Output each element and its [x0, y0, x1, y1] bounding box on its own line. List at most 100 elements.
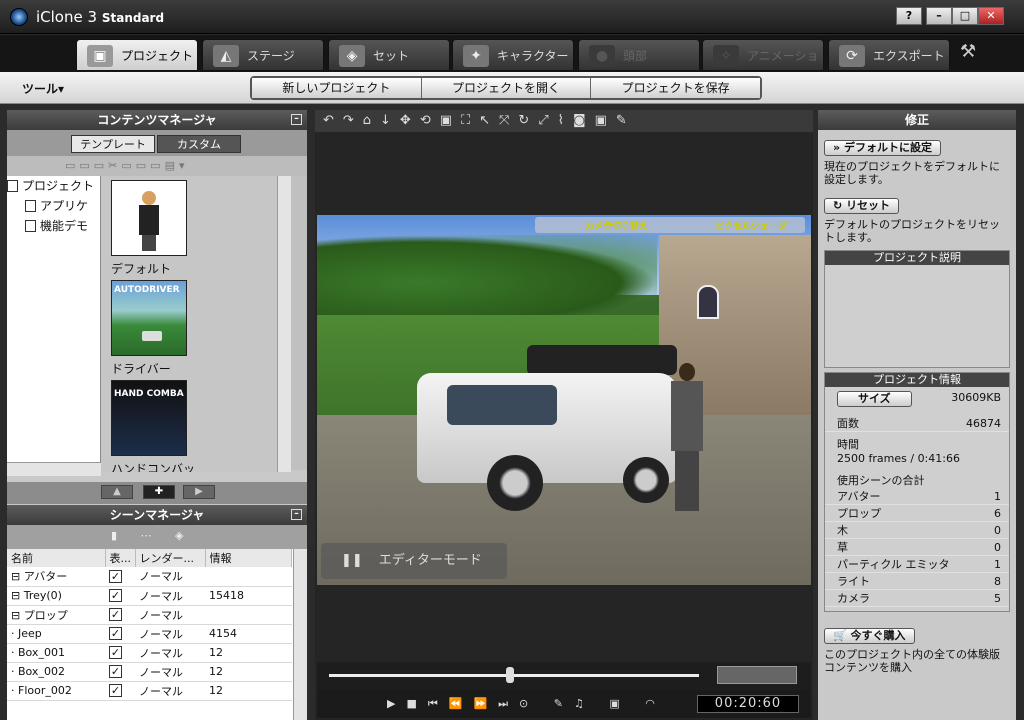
main-tabs: ▣プロジェクト ◭ステージ ◈セット ✦キャラクター ●頭部 ✧アニメーション … [0, 35, 1024, 95]
row-name: ⊟ Trey(0) [7, 586, 105, 606]
table-row[interactable]: · Box_001 ✓ ノーマル 12 [7, 643, 292, 663]
tab-character[interactable]: ✦ キャラクター [452, 39, 574, 71]
viewport-tool-icons[interactable]: ↶↷⌂↓✥⟲▣⛶↖⤧↻⤢⌇◙▣✎ [323, 113, 636, 128]
visible-checkbox[interactable]: ✓ [109, 646, 122, 659]
project-icon: ▣ [87, 45, 113, 67]
table-row[interactable]: · Jeep ✓ ノーマル 4154 [7, 624, 292, 644]
export-icon: ⟳ [839, 45, 865, 67]
row-visible[interactable]: ✓ [105, 681, 135, 701]
animation-icon: ✧ [713, 45, 739, 67]
col-name[interactable]: 名前 [7, 549, 106, 567]
row-visible[interactable]: ✓ [105, 643, 135, 663]
tab-set[interactable]: ◈ セット [328, 39, 450, 71]
total-label: 木 [837, 524, 848, 537]
tree-item-app[interactable]: アプリケ [7, 196, 100, 216]
row-visible[interactable]: ✓ [105, 586, 135, 606]
total-label: プロップ [837, 507, 881, 520]
faces-value: 46874 [966, 417, 1001, 430]
minimize-button[interactable]: – [926, 7, 952, 25]
total-value: 1 [994, 490, 1001, 503]
pixel-shader-dropdown[interactable]: ピクセルシェーダ [715, 219, 787, 232]
move-right-icon[interactable]: ▶ [183, 485, 215, 499]
thumb-default[interactable] [111, 180, 187, 256]
row-visible[interactable]: ✓ [105, 567, 135, 587]
total-label: パーティクル エミッタ [837, 558, 950, 571]
save-project-button[interactable]: プロジェクトを保存 [591, 78, 761, 98]
row-info: 15418 [205, 586, 292, 606]
transport-icons[interactable]: ▶■⏮⏪⏩⏭⊙ ✎♫ ▣ ◠ [387, 697, 666, 710]
collapse-icon[interactable]: – [291, 114, 302, 125]
row-name: · Floor_002 [7, 681, 105, 701]
avatar-head [142, 191, 156, 205]
tab-template[interactable]: テンプレート [71, 135, 155, 153]
tree-item-project[interactable]: プロジェクト [7, 176, 100, 196]
time-value: 2500 frames / 0:41:66 [837, 452, 997, 466]
reset-button[interactable]: ↻ リセット [824, 198, 900, 214]
tab-export[interactable]: ⟳ エクスポート [828, 39, 950, 71]
visible-checkbox[interactable]: ✓ [109, 608, 122, 621]
tab-label: セット [373, 49, 410, 63]
3d-viewport[interactable]: カメラ切り替え ピクセルシェーダ ❚❚ エディターモード [317, 215, 811, 585]
tree-horizontal-scrollbar[interactable] [7, 462, 101, 476]
visible-checkbox[interactable]: ✓ [109, 569, 122, 583]
row-visible[interactable]: ✓ [105, 624, 135, 644]
content-manager-header: コンテンツマネージャ – [7, 110, 307, 130]
row-visible[interactable]: ✓ [105, 605, 135, 625]
editor-mode-indicator[interactable]: ❚❚ エディターモード [321, 543, 507, 579]
visible-checkbox[interactable]: ✓ [109, 627, 122, 640]
row-visible[interactable]: ✓ [105, 662, 135, 682]
tab-label: キャラクター [497, 49, 569, 63]
settings-icon[interactable]: ⚒ [960, 41, 976, 62]
collapse-icon[interactable]: – [291, 509, 302, 520]
scene-tool-icons[interactable]: ▮ ⋯ ◈ [111, 529, 194, 542]
scene-vertical-scrollbar[interactable] [293, 549, 307, 720]
size-button[interactable]: サイズ [837, 391, 912, 407]
move-up-icon[interactable]: ▲ [101, 485, 133, 499]
character-legs [675, 451, 699, 511]
avatar-legs [142, 235, 156, 251]
tree-item-demo[interactable]: 機能デモ [7, 216, 100, 236]
set-default-button[interactable]: » デフォルトに設定 [824, 140, 941, 156]
timeline-tools-icon[interactable] [717, 666, 797, 684]
table-row[interactable]: ⊟ アバター ✓ ノーマル [7, 567, 292, 587]
app-edition: Standard [101, 11, 165, 25]
row-render: ノーマル [135, 586, 205, 606]
faces-row: 面数 46874 [825, 415, 1009, 432]
close-button[interactable]: ✕ [978, 7, 1004, 25]
visible-checkbox[interactable]: ✓ [109, 684, 122, 697]
buy-now-button[interactable]: 🛒 今すぐ購入 [824, 628, 915, 644]
table-row[interactable]: ⊟ プロップ ✓ ノーマル [7, 605, 292, 625]
camera-switch-dropdown[interactable]: カメラ切り替え [585, 219, 648, 232]
col-visible[interactable]: 表... [105, 549, 136, 567]
time-block: 時間 2500 frames / 0:41:66 [825, 432, 1009, 466]
visible-checkbox[interactable]: ✓ [109, 589, 122, 602]
open-project-button[interactable]: プロジェクトを開く [421, 78, 592, 98]
table-row[interactable]: · Box_002 ✓ ノーマル 12 [7, 662, 292, 682]
tab-stage[interactable]: ◭ ステージ [202, 39, 324, 71]
thumb-handcombat[interactable]: HAND COMBA [111, 380, 187, 456]
content-vertical-scrollbar[interactable] [277, 176, 291, 472]
add-icon[interactable]: ✚ [143, 485, 175, 499]
scene-manager: シーンマネージャ – ▮ ⋯ ◈ 名前 表... レンダー... 情報 ⊟ アバタ… [7, 505, 307, 720]
reset-icon: ↻ [833, 199, 843, 212]
tab-project[interactable]: ▣ プロジェクト [76, 39, 198, 71]
help-button[interactable]: ? [896, 7, 922, 25]
timeline[interactable] [317, 662, 811, 690]
table-row[interactable]: · Floor_002 ✓ ノーマル 12 [7, 681, 292, 701]
col-info[interactable]: 情報 [205, 549, 292, 567]
viewport-area: ↶↷⌂↓✥⟲▣⛶↖⤧↻⤢⌇◙▣✎ カメラ切り替え ピクセルシェーダ ❚❚ エディタ… [315, 110, 813, 720]
timeline-scrubber[interactable] [506, 667, 515, 683]
visible-checkbox[interactable]: ✓ [109, 665, 122, 678]
new-project-button[interactable]: 新しいプロジェクト [252, 78, 422, 98]
thumb-driver[interactable]: AUTODRIVER [111, 280, 187, 356]
thumb-label: ドライバー [111, 362, 171, 376]
modify-header: 修正 [818, 110, 1016, 130]
folder-icons[interactable]: ▭▭▭✂▭▭▭▤▾ [65, 159, 189, 172]
viewport-overlay-bar: カメラ切り替え ピクセルシェーダ [535, 217, 805, 233]
total-row: 木0 [825, 522, 1009, 539]
table-row[interactable]: ⊟ Trey(0) ✓ ノーマル 15418 [7, 586, 292, 606]
col-render[interactable]: レンダー... [135, 549, 206, 567]
tab-custom[interactable]: カスタム [157, 135, 241, 153]
tool-menu[interactable]: ツール▾ [22, 80, 64, 97]
maximize-button[interactable]: □ [952, 7, 978, 25]
